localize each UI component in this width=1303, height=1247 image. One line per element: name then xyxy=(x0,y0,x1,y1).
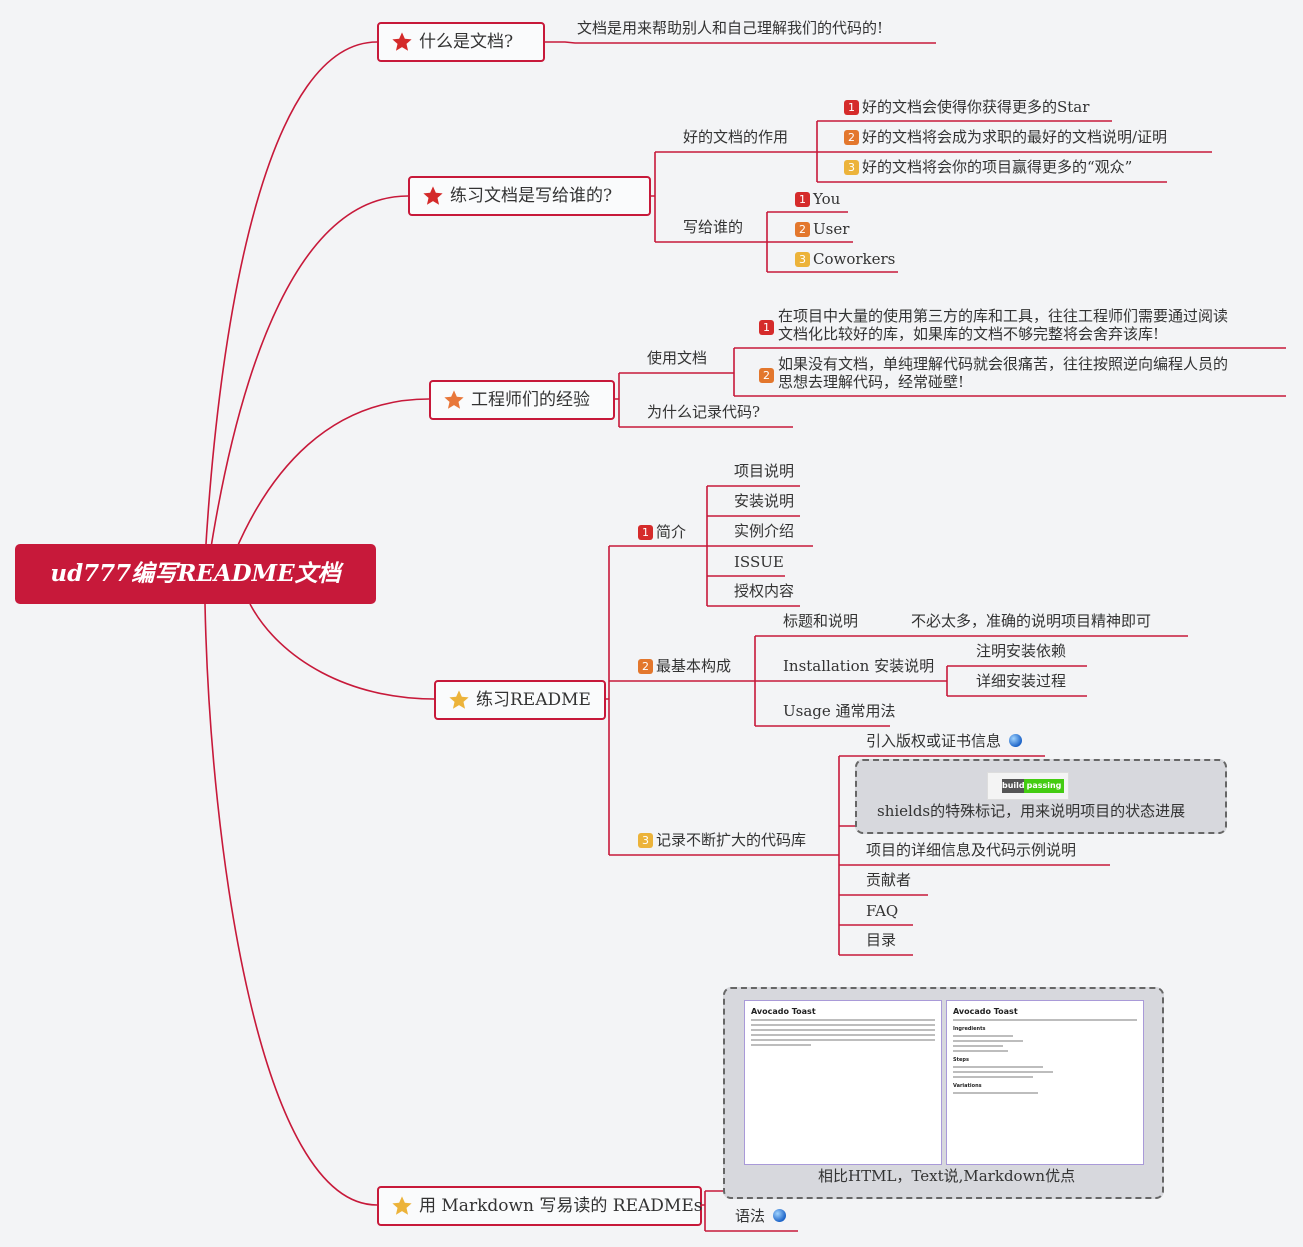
basic-label: 2 最基本构成 xyxy=(638,657,731,675)
good-doc-label: 好的文档的作用 xyxy=(683,128,789,146)
growing-item: 项目的详细信息及代码示例说明 xyxy=(866,841,1077,859)
build-passing-badge: build passing xyxy=(987,772,1069,800)
who-item: 3 Coworkers xyxy=(795,250,895,268)
why-record-label: 为什么记录代码? xyxy=(647,403,761,421)
priority-3-icon: 3 xyxy=(795,252,810,267)
growing-item: 目录 xyxy=(866,931,897,949)
intro-item: 安装说明 xyxy=(734,492,795,510)
priority-3-icon: 3 xyxy=(844,160,859,175)
topic-experience[interactable]: 工程师们的经验 xyxy=(429,380,615,420)
topic-label: 用 Markdown 写易读的 READMEs xyxy=(419,1196,703,1216)
priority-2-icon: 2 xyxy=(759,366,777,384)
globe-link-icon xyxy=(1009,734,1023,747)
use-doc-label: 使用文档 xyxy=(647,349,708,367)
use-doc-item-1-line-2: 文档化比较好的库，如果库的文档不够完整将会舍弃该库! xyxy=(778,325,1160,343)
intro-item: 授权内容 xyxy=(734,582,795,600)
syntax-label[interactable]: 语法 xyxy=(735,1207,787,1225)
growing-item: FAQ xyxy=(866,902,899,920)
topic-label: 练习README xyxy=(476,690,591,710)
plain-text-doc-preview: Avocado Toast xyxy=(744,1000,942,1165)
markdown-doc-preview: Avocado Toast Ingredients Steps Variatio… xyxy=(946,1000,1144,1165)
priority-1-icon: 1 xyxy=(844,100,859,115)
topic-label: 工程师们的经验 xyxy=(471,390,590,410)
priority-2-icon: 2 xyxy=(844,130,859,145)
star-icon xyxy=(449,690,469,709)
topic-audience[interactable]: 练习文档是写给谁的? xyxy=(408,176,651,216)
topic-label: 什么是文档? xyxy=(419,32,514,52)
priority-2-icon: 2 xyxy=(638,659,653,674)
use-doc-item-2-line-2: 思想去理解代码，经常碰壁! xyxy=(778,373,965,391)
use-doc-item-1-line-1: 在项目中大量的使用第三方的库和工具，往往工程师们需要通过阅读 xyxy=(778,307,1229,325)
growing-item: 贡献者 xyxy=(866,871,912,889)
good-doc-item: 1 好的文档会使得你获得更多的Star xyxy=(844,98,1089,116)
root-node[interactable]: ud777编写README文档 xyxy=(15,544,376,604)
install-item: 注明安装依赖 xyxy=(976,642,1067,660)
star-icon xyxy=(423,186,443,205)
title-desc-detail: 不必太多，准确的说明项目精神即可 xyxy=(911,612,1152,630)
intro-item: 项目说明 xyxy=(734,462,795,480)
use-doc-item-2-line-1: 如果没有文档，单纯理解代码就会很痛苦，往往按照逆向编程人员的 xyxy=(778,355,1229,373)
license-label[interactable]: 引入版权或证书信息 xyxy=(866,732,1023,750)
usage-label: Usage 通常用法 xyxy=(783,702,896,720)
who-label: 写给谁的 xyxy=(683,218,744,236)
markdown-compare-caption: 相比HTML，Text说,Markdown优点 xyxy=(818,1167,1076,1185)
topic-what-is-doc[interactable]: 什么是文档? xyxy=(377,22,545,62)
topic-readme[interactable]: 练习README xyxy=(434,680,606,720)
priority-1-icon: 1 xyxy=(759,318,777,336)
priority-1-icon: 1 xyxy=(638,525,653,540)
globe-link-icon xyxy=(773,1209,787,1222)
what-description: 文档是用来帮助别人和自己理解我们的代码的! xyxy=(577,19,884,37)
topic-label: 练习文档是写给谁的? xyxy=(450,186,613,206)
install-label: Installation 安装说明 xyxy=(783,657,935,675)
who-item: 2 User xyxy=(795,220,849,238)
priority-1-icon: 1 xyxy=(795,192,810,207)
star-icon xyxy=(392,32,412,51)
shields-caption: shields的特殊标记，用来说明项目的状态进展 xyxy=(877,802,1186,820)
star-icon xyxy=(392,1196,412,1215)
intro-item: ISSUE xyxy=(734,553,784,571)
install-item: 详细安装过程 xyxy=(976,672,1067,690)
who-item: 1 You xyxy=(795,190,840,208)
topic-markdown[interactable]: 用 Markdown 写易读的 READMEs xyxy=(377,1186,702,1226)
priority-2-icon: 2 xyxy=(795,222,810,237)
star-icon xyxy=(444,390,464,409)
priority-3-icon: 3 xyxy=(638,833,653,848)
intro-item: 实例介绍 xyxy=(734,522,795,540)
growing-label: 3 记录不断扩大的代码库 xyxy=(638,831,806,849)
good-doc-item: 2 好的文档将会成为求职的最好的文档说明/证明 xyxy=(844,128,1167,146)
title-desc-label: 标题和说明 xyxy=(783,612,859,630)
intro-label: 1 简介 xyxy=(638,523,686,541)
good-doc-item: 3 好的文档将会你的项目赢得更多的“观众” xyxy=(844,158,1132,176)
